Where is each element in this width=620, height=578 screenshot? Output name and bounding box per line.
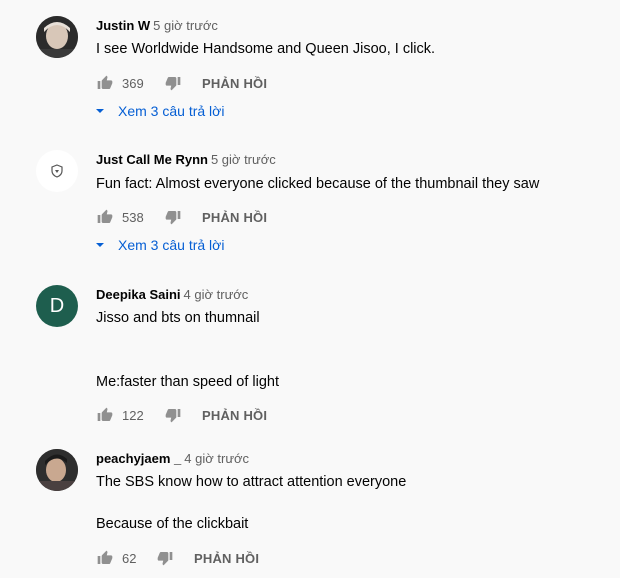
comment-text: Me:faster than speed of light <box>96 374 279 390</box>
thumb-down-icon[interactable] <box>156 549 174 567</box>
thumb-up-icon[interactable] <box>96 549 114 567</box>
reply-button[interactable]: PHẢN HỒI <box>194 551 259 566</box>
comment-text: Jisso and bts on thumnail <box>96 310 260 326</box>
comment-text: The SBS know how to attract attention ev… <box>96 474 407 490</box>
avatar-letter: D <box>49 294 65 317</box>
comment-actions: 369 PHẢN HỒI <box>96 73 267 93</box>
comment-header: peachyjaem _ 4 giờ trước <box>96 451 249 466</box>
reply-button[interactable]: PHẢN HỒI <box>202 76 267 91</box>
thumb-up-icon[interactable] <box>96 208 114 226</box>
view-replies-label: Xem 3 câu trả lời <box>118 237 225 253</box>
avatar-image <box>36 16 78 58</box>
view-replies-button[interactable]: Xem 3 câu trả lời <box>94 103 224 119</box>
like-count: 62 <box>122 550 137 566</box>
comment-time[interactable]: 5 giờ trước <box>211 152 276 167</box>
thumb-down-icon[interactable] <box>164 74 182 92</box>
view-replies-button[interactable]: Xem 3 câu trả lời <box>94 237 224 253</box>
comment-text: I see Worldwide Handsome and Queen Jisoo… <box>96 41 436 57</box>
comment-header: Just Call Me Rynn 5 giờ trước <box>96 152 276 167</box>
author-name[interactable]: peachyjaem _ <box>96 451 181 466</box>
thumb-down-icon[interactable] <box>164 406 182 424</box>
comment-header: Justin W5 giờ trước <box>96 18 218 33</box>
avatar[interactable] <box>36 150 78 192</box>
comment-text: Fun fact: Almost everyone clicked becaus… <box>96 176 540 192</box>
view-replies-label: Xem 3 câu trả lời <box>118 103 225 119</box>
reply-button[interactable]: PHẢN HỒI <box>202 408 267 423</box>
comment-actions: 62 PHẢN HỒI <box>96 548 259 568</box>
like-count: 538 <box>122 209 144 225</box>
like-count: 122 <box>122 407 144 423</box>
avatar-image <box>36 449 78 491</box>
caret-down-icon <box>94 239 106 251</box>
shield-icon <box>51 164 63 178</box>
author-name[interactable]: Just Call Me Rynn <box>96 152 208 167</box>
like-count: 369 <box>122 75 144 91</box>
comment-time[interactable]: 4 giờ trước <box>184 451 249 466</box>
comment-time[interactable]: 4 giờ trước <box>184 287 249 302</box>
caret-down-icon <box>94 105 106 117</box>
thumb-down-icon[interactable] <box>164 208 182 226</box>
comment-time[interactable]: 5 giờ trước <box>153 18 218 33</box>
comment-actions: 122 PHẢN HỒI <box>96 405 267 425</box>
avatar[interactable]: D <box>36 285 78 327</box>
comment-header: Deepika Saini 4 giờ trước <box>96 287 248 302</box>
reply-button[interactable]: PHẢN HỒI <box>202 210 267 225</box>
avatar[interactable] <box>36 16 78 58</box>
thumb-up-icon[interactable] <box>96 406 114 424</box>
comment-text: Because of the clickbait <box>96 516 249 532</box>
avatar[interactable] <box>36 449 78 491</box>
author-name[interactable]: Justin W <box>96 18 150 33</box>
author-name[interactable]: Deepika Saini <box>96 287 181 302</box>
comment-actions: 538 PHẢN HỒI <box>96 207 267 227</box>
thumb-up-icon[interactable] <box>96 74 114 92</box>
